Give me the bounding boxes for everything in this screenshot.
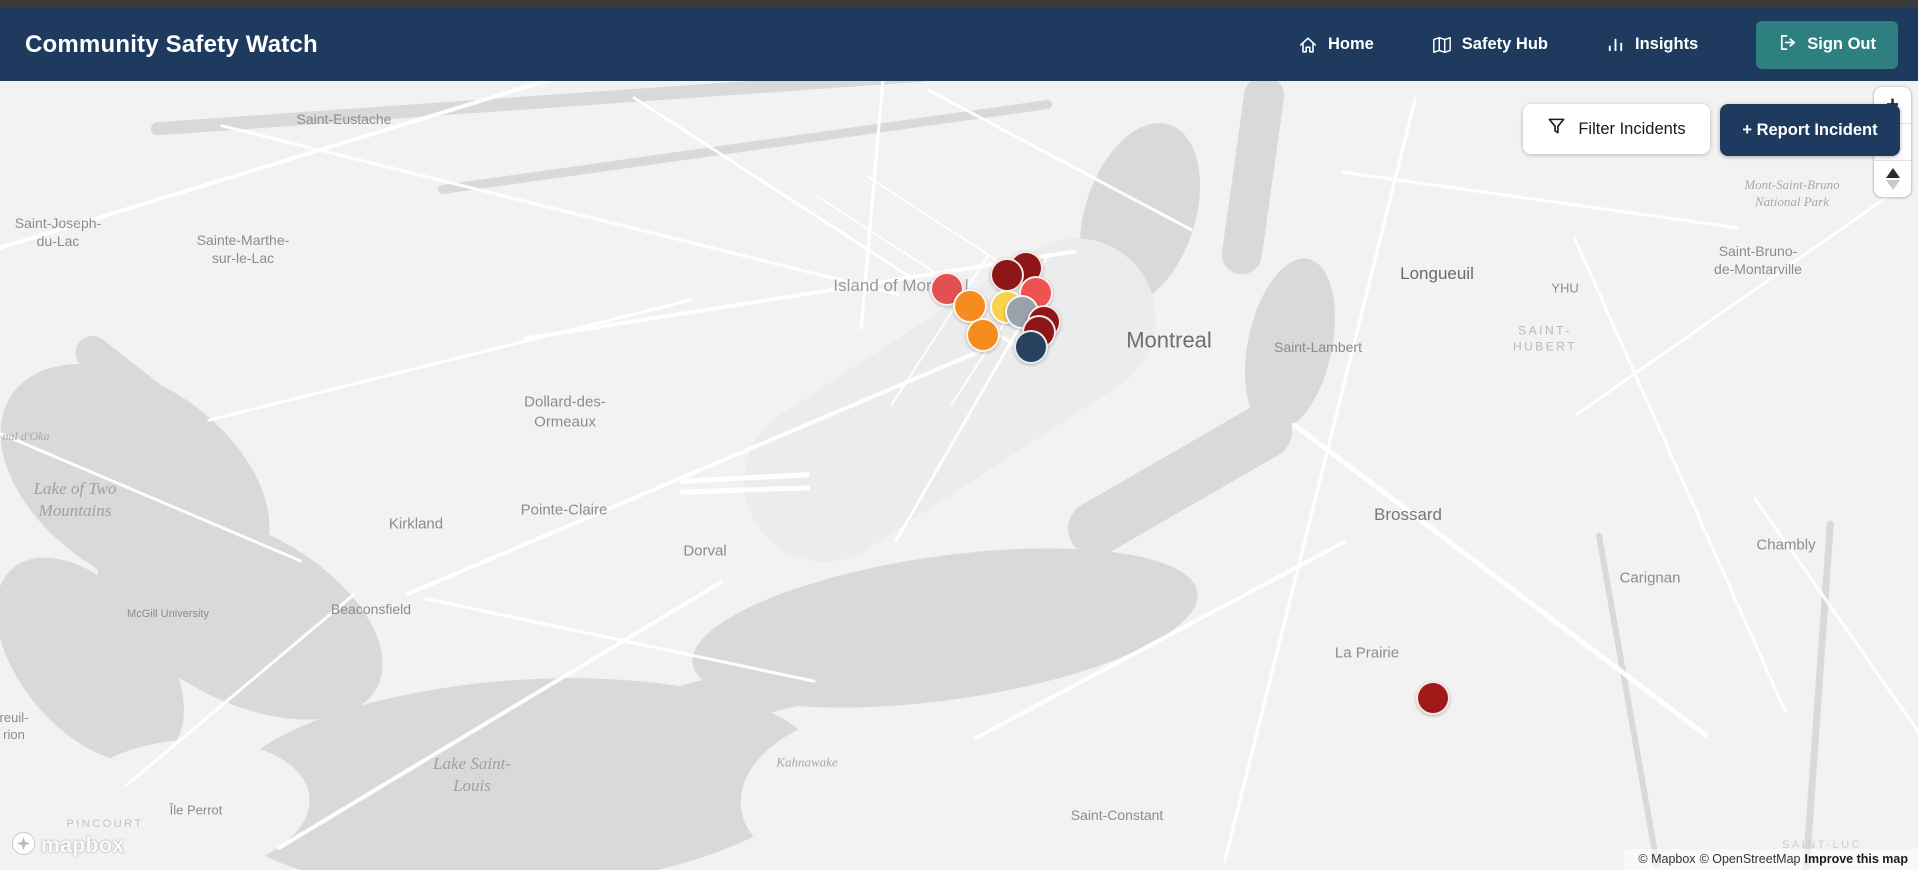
nav-item-safety-hub[interactable]: Safety Hub <box>1432 35 1548 55</box>
nav-item-label: Insights <box>1634 35 1699 53</box>
app-title: Community Safety Watch <box>25 30 318 58</box>
water-shape <box>1219 81 1287 277</box>
sign-out-icon <box>1778 33 1797 57</box>
map-place-label: Carignan <box>1619 569 1681 587</box>
osm-attribution-link[interactable]: © OpenStreetMap <box>1700 852 1801 866</box>
map-place-label: Dollard-des- Ormeaux <box>524 393 606 431</box>
incident-marker[interactable] <box>966 318 1000 352</box>
water-shape <box>150 81 930 136</box>
navbar-menu: Home Safety Hub Insights Sign Out <box>1298 20 1898 69</box>
mapbox-wordmark: mapbox <box>41 834 125 857</box>
nav-item-label: Safety Hub <box>1461 35 1548 53</box>
mapbox-logo-icon <box>10 830 37 862</box>
mapbox-attribution-link[interactable]: © Mapbox <box>1638 852 1695 866</box>
incident-marker[interactable] <box>1014 330 1048 364</box>
road-line <box>1752 496 1918 744</box>
road-line <box>859 81 885 330</box>
map-place-label: Sainte-Marthe- sur-le-Lac <box>196 231 290 266</box>
compass-needle-north-icon <box>1885 168 1900 178</box>
map-place-label: Mont-Saint-Bruno National Park <box>1744 177 1840 209</box>
road-line <box>1572 236 1788 714</box>
water-shape <box>437 99 1053 195</box>
road-line <box>1575 184 1905 416</box>
map-place-label: Longueuil <box>1400 263 1474 283</box>
compass-button[interactable] <box>1874 160 1911 197</box>
map-place-label: SAINT- HUBERT <box>1512 323 1578 353</box>
map-icon <box>1432 35 1452 55</box>
filter-funnel-icon <box>1547 117 1566 141</box>
navbar: Community Safety Watch Home Safety Hub Ins… <box>0 8 1918 81</box>
water-shape <box>1057 393 1303 567</box>
nav-item-label: Home <box>1327 35 1374 53</box>
water-shape <box>1595 532 1661 868</box>
map-place-label: La Prairie <box>1334 644 1400 662</box>
report-incident-button[interactable]: + Report Incident <box>1720 104 1900 156</box>
map-place-label: reuil- rion <box>0 710 29 742</box>
map-place-label: Dorval <box>683 542 727 560</box>
road-line <box>207 298 693 422</box>
map-canvas[interactable]: Saint-Eustache Saint-Joseph- du-Lac Sainte… <box>0 81 1918 870</box>
sign-out-button[interactable]: Sign Out <box>1756 20 1898 69</box>
map-place-label: Saint-Constant <box>1070 806 1164 823</box>
sign-out-label: Sign Out <box>1807 35 1876 53</box>
map-place-label: Kirkland <box>388 515 444 533</box>
nav-item-home[interactable]: Home <box>1298 35 1374 55</box>
incident-marker[interactable] <box>1416 681 1450 715</box>
map-place-label: Saint-Bruno- de-Montarville <box>1714 242 1802 277</box>
compass-needle-south-icon <box>1885 180 1900 190</box>
map-place-label: YHU <box>1551 280 1579 296</box>
road-line <box>1341 170 1739 230</box>
map-attribution: © Mapbox © OpenStreetMap Improve this map <box>1624 849 1918 870</box>
browser-chrome-strip <box>0 0 1918 8</box>
home-icon <box>1298 35 1318 55</box>
bar-chart-icon <box>1606 35 1625 54</box>
filter-incidents-button[interactable]: Filter Incidents <box>1523 104 1710 154</box>
road-line <box>220 123 900 297</box>
app-window: Community Safety Watch Home Safety Hub Ins… <box>0 0 1918 870</box>
nav-item-insights[interactable]: Insights <box>1606 35 1698 54</box>
improve-map-link[interactable]: Improve this map <box>1805 852 1909 866</box>
road-line <box>1290 421 1710 739</box>
filter-incidents-label: Filter Incidents <box>1578 119 1686 138</box>
mapbox-logo[interactable]: mapbox <box>10 830 125 862</box>
